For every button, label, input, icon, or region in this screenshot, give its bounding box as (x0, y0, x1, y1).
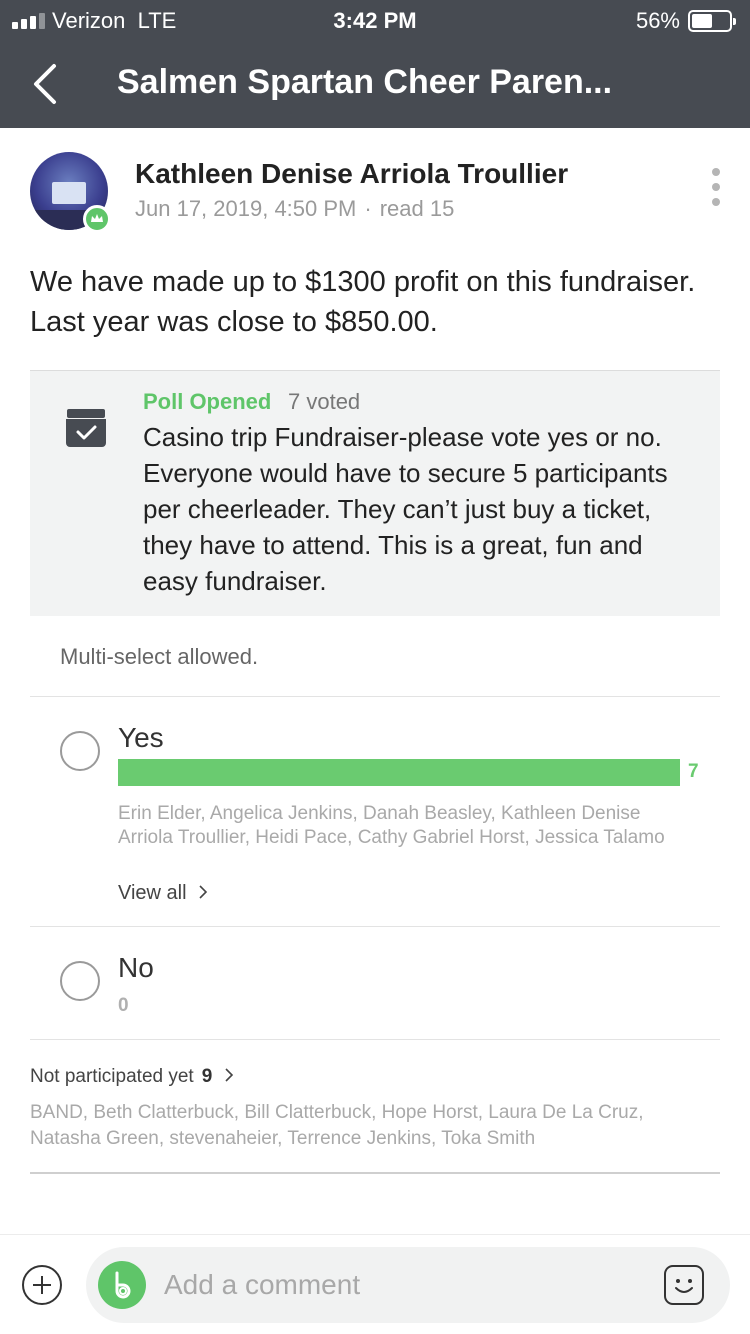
separator-dot: · (364, 196, 372, 221)
battery-percent: 56% (635, 8, 680, 33)
chevron-right-icon (199, 885, 208, 899)
band-logo-icon (98, 1261, 146, 1309)
divider (30, 696, 720, 697)
status-bar: Verizon LTE 3:42 PM 56% (0, 0, 750, 40)
not-participated-count: 9 (201, 1066, 213, 1087)
divider (30, 926, 720, 927)
poll-status: Poll Opened (143, 389, 272, 414)
option-yes-label[interactable]: Yes (118, 722, 164, 754)
not-participated-label: Not participated yet (30, 1066, 194, 1087)
option-no-label[interactable]: No (118, 952, 154, 984)
option-yes-voters: Erin Elder, Angelica Jenkins, Danah Beas… (118, 803, 665, 848)
ballot-box-check-icon (66, 409, 106, 447)
chevron-left-icon[interactable] (30, 62, 70, 106)
read-count[interactable]: read 15 (380, 196, 455, 221)
plus-circle-icon[interactable] (22, 1265, 62, 1305)
option-no-count: 0 (118, 995, 129, 1016)
post-meta: Jun 17, 2019, 4:50 PM · read 15 (135, 196, 454, 222)
comment-box[interactable] (86, 1247, 730, 1323)
page-title: Salmen Spartan Cheer Paren... (117, 63, 613, 101)
smiley-icon[interactable] (664, 1265, 704, 1305)
poll-card: Poll Opened 7 voted Casino trip Fundrais… (30, 370, 720, 616)
option-yes-radio[interactable] (60, 731, 100, 771)
not-participated-link[interactable]: Not participated yet 9 (30, 1066, 236, 1088)
top-bar: Verizon LTE 3:42 PM 56% Salmen Spartan C… (0, 0, 750, 128)
vertical-dots-icon[interactable] (706, 168, 726, 212)
divider (30, 1172, 720, 1174)
crown-icon (83, 205, 111, 233)
divider (30, 1039, 720, 1040)
poll-voted-count: 7 voted (288, 389, 361, 414)
post-body: We have made up to $1300 profit on this … (30, 266, 696, 338)
post-date: Jun 17, 2019, 4:50 PM (135, 196, 357, 221)
option-no-radio[interactable] (60, 961, 100, 1001)
comment-input[interactable] (164, 1265, 644, 1305)
not-participated-names: BAND, Beth Clatterbuck, Bill Clatterbuck… (30, 1102, 644, 1149)
chevron-right-icon (224, 1068, 233, 1082)
post-author[interactable]: Kathleen Denise Arriola Troullier (135, 158, 568, 190)
comment-bar (0, 1234, 750, 1334)
view-all-link[interactable]: View all (118, 882, 210, 905)
battery-icon (688, 10, 736, 32)
poll-question: Casino trip Fundraiser-please vote yes o… (143, 422, 668, 596)
view-all-label: View all (118, 882, 187, 904)
option-yes-count: 7 (688, 761, 699, 782)
multi-select-note: Multi-select allowed. (60, 644, 259, 669)
option-yes-bar (118, 759, 680, 786)
